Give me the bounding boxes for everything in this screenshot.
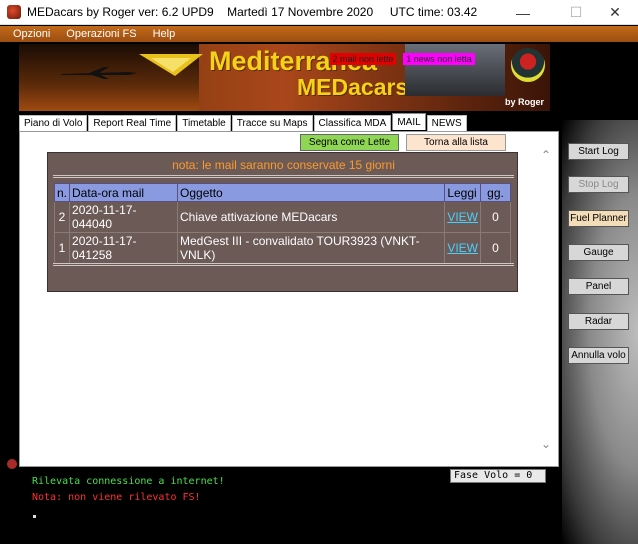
log-internet-line: Rilevata connessione a internet! xyxy=(32,476,225,487)
menu-operazioni-fs[interactable]: Operazioni FS xyxy=(66,28,136,40)
view-link[interactable]: VIEW xyxy=(444,232,481,264)
window-title: MEDacars by Roger ver: 6.2 UPD9 Martedì … xyxy=(27,5,478,19)
menu-opzioni[interactable]: Opzioni xyxy=(13,28,50,40)
gauge-button[interactable]: Gauge xyxy=(568,244,629,261)
divider xyxy=(53,263,514,266)
tab-report-real-time[interactable]: Report Real Time xyxy=(88,115,177,131)
table-header-row: n. Data-ora mail Oggetto Leggi gg. xyxy=(53,183,511,202)
title-bar: MEDacars by Roger ver: 6.2 UPD9 Martedì … xyxy=(0,0,638,25)
back-to-list-button[interactable]: Torna alla lista xyxy=(406,134,506,151)
mail-days: 0 xyxy=(480,201,511,233)
column-header: n. xyxy=(53,183,71,202)
close-button[interactable]: ✕ xyxy=(592,0,638,25)
column-header: Leggi xyxy=(444,183,481,202)
unread-news-badge[interactable]: 1 news non letta xyxy=(403,53,475,65)
tab-news[interactable]: NEWS xyxy=(426,115,467,131)
tab-tracce-su-maps[interactable]: Tracce su Maps xyxy=(231,115,313,131)
flight-phase-indicator: Fase Volo = 0 xyxy=(450,469,546,483)
mail-date: 2020-11-17-041258 xyxy=(69,232,179,264)
log-fs-line: Nota: non viene rilevato FS! xyxy=(32,492,201,503)
mark-as-read-button[interactable]: Segna come Lette xyxy=(300,134,399,151)
menu-bar: Opzioni Operazioni FS Help xyxy=(0,26,638,42)
retention-note: nota: le mail saranno conservate 15 gior… xyxy=(172,158,395,172)
airplane-icon xyxy=(61,67,137,79)
start-log-button[interactable]: Start Log xyxy=(568,143,629,160)
mail-table: n. Data-ora mail Oggetto Leggi gg. 2 202… xyxy=(53,183,511,264)
panel-button[interactable]: Panel xyxy=(568,278,629,295)
mediterranea-emblem-icon xyxy=(511,48,545,82)
mail-number: 2 xyxy=(53,201,71,233)
status-icon xyxy=(7,459,17,469)
mail-panel: Segna come Lette Torna alla lista nota: … xyxy=(19,131,559,467)
cancel-flight-button[interactable]: Annulla volo xyxy=(568,347,629,364)
menu-help[interactable]: Help xyxy=(153,28,176,40)
column-header: Data-ora mail xyxy=(69,183,179,202)
tab-mail[interactable]: MAIL xyxy=(392,113,426,130)
column-header: gg. xyxy=(480,183,511,202)
tab-bar: Piano di Volo Report Real Time Timetable… xyxy=(19,113,468,131)
mail-list-box: nota: le mail saranno conservate 15 gior… xyxy=(47,152,518,292)
fuel-planner-button[interactable]: Fuel Planner xyxy=(568,210,629,227)
table-row[interactable]: 2 2020-11-17-044040 Chiave attivazione M… xyxy=(53,201,511,233)
mail-subject: Chiave attivazione MEDacars xyxy=(177,201,446,233)
scroll-down-icon[interactable]: ⌄ xyxy=(541,437,551,451)
stop-log-button[interactable]: Stop Log xyxy=(568,176,629,193)
tab-piano-di-volo[interactable]: Piano di Volo xyxy=(19,115,88,131)
wing-logo-icon xyxy=(139,54,203,76)
tab-classifica-mda[interactable]: Classifica MDA xyxy=(313,115,392,131)
mail-date: 2020-11-17-044040 xyxy=(69,201,179,233)
scroll-up-icon[interactable]: ⌃ xyxy=(541,148,551,162)
mail-subject: MedGest III - convalidato TOUR3923 (VNKT… xyxy=(177,232,446,264)
astronaut-image xyxy=(405,44,505,96)
banner-subtitle: MEDacars xyxy=(297,74,409,100)
view-link[interactable]: VIEW xyxy=(444,201,481,233)
mail-days: 0 xyxy=(480,232,511,264)
banner-byline: by Roger xyxy=(505,97,545,107)
app-icon xyxy=(7,5,21,19)
minimize-button[interactable]: — xyxy=(500,0,546,25)
divider xyxy=(53,175,514,178)
table-row[interactable]: 1 2020-11-17-041258 MedGest III - conval… xyxy=(53,232,511,264)
tab-timetable[interactable]: Timetable xyxy=(177,115,231,131)
column-header: Oggetto xyxy=(177,183,446,202)
radar-button[interactable]: Radar xyxy=(568,313,629,330)
unread-mail-badge[interactable]: 2 mail non lette xyxy=(330,53,396,65)
log-cursor xyxy=(33,515,36,518)
mail-number: 1 xyxy=(53,232,71,264)
